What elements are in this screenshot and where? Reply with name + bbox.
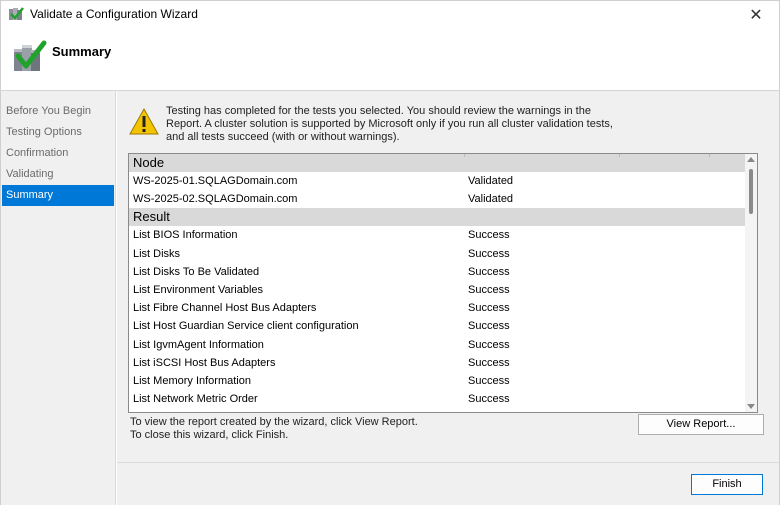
item-status: Validated <box>468 193 514 206</box>
vertical-scrollbar[interactable] <box>745 154 757 412</box>
results-list-body: Node WS-2025-01.SQLAGDomain.com Validate… <box>129 154 746 408</box>
view-report-hint: To view the report created by the wizard… <box>130 416 418 428</box>
item-status: Success <box>468 374 510 387</box>
sidebar-item-confirmation[interactable]: Confirmation <box>2 143 114 164</box>
item-status: Success <box>468 356 510 369</box>
results-list[interactable]: Node WS-2025-01.SQLAGDomain.com Validate… <box>128 153 758 413</box>
list-item[interactable]: List Network Metric Order Success <box>129 390 746 408</box>
warning-icon <box>129 108 159 135</box>
item-name: List Memory Information <box>133 374 251 387</box>
view-report-button[interactable]: View Report... <box>638 414 764 435</box>
scroll-down-icon[interactable] <box>747 404 755 409</box>
item-status: Success <box>468 338 510 351</box>
item-status: Success <box>468 302 510 315</box>
footer-divider <box>117 462 779 463</box>
column-divider <box>619 154 620 157</box>
window-title: Validate a Configuration Wizard <box>30 7 198 21</box>
item-status: Success <box>468 265 510 278</box>
item-status: Success <box>468 393 510 406</box>
group-title: Node <box>133 155 165 170</box>
item-name: List iSCSI Host Bus Adapters <box>133 356 276 369</box>
item-status: Validated <box>468 175 514 187</box>
summary-message: Testing has completed for the tests you … <box>166 105 613 143</box>
list-item[interactable]: List IgvmAgent Information Success <box>129 336 746 354</box>
scroll-up-icon[interactable] <box>747 157 755 162</box>
sidebar-item-testing-options[interactable]: Testing Options <box>2 122 114 143</box>
close-button[interactable]: ✕ <box>733 1 779 28</box>
list-item[interactable]: List Host Guardian Service client config… <box>129 317 746 335</box>
item-name: List Disks To Be Validated <box>133 265 260 278</box>
close-icon: ✕ <box>749 6 763 24</box>
title-bar: Validate a Configuration Wizard ✕ <box>0 0 780 27</box>
list-item[interactable]: List Environment Variables Success <box>129 281 746 299</box>
sidebar-item-before-you-begin[interactable]: Before You Begin <box>2 101 114 122</box>
item-name: List Host Guardian Service client config… <box>133 320 359 333</box>
sidebar-item-summary[interactable]: Summary <box>2 185 114 206</box>
finish-button[interactable]: Finish <box>691 474 763 495</box>
group-header-result: Result <box>129 208 746 227</box>
page-title: Summary <box>52 44 112 59</box>
item-status: Success <box>468 283 510 296</box>
wizard-header: Summary <box>0 27 780 90</box>
wizard-content: Testing has completed for the tests you … <box>117 91 780 505</box>
group-title: Result <box>133 209 170 225</box>
sidebar-item-validating[interactable]: Validating <box>2 164 114 185</box>
item-name: List IgvmAgent Information <box>133 338 264 351</box>
cluster-validate-icon <box>14 40 47 71</box>
item-name: List Environment Variables <box>133 283 264 296</box>
list-item[interactable]: WS-2025-02.SQLAGDomain.com Validated <box>129 190 746 208</box>
list-item[interactable]: List Memory Information Success <box>129 372 746 390</box>
cluster-check-icon <box>9 7 24 20</box>
group-header-node: Node <box>129 154 746 172</box>
item-status: Success <box>468 247 510 260</box>
list-item[interactable]: List Fibre Channel Host Bus Adapters Suc… <box>129 299 746 317</box>
item-name: List BIOS Information <box>133 229 238 242</box>
list-item[interactable]: List BIOS Information Success <box>129 226 746 244</box>
finish-hint: To close this wizard, click Finish. <box>130 429 289 441</box>
instructions: To view the report created by the wizard… <box>130 416 418 442</box>
column-divider <box>464 154 465 157</box>
item-status: Success <box>468 320 510 333</box>
item-name: List Disks <box>133 247 181 260</box>
scrollbar-thumb[interactable] <box>749 169 753 214</box>
list-item[interactable]: List Disks To Be Validated Success <box>129 263 746 281</box>
item-status: Success <box>468 229 510 242</box>
column-divider <box>709 154 710 157</box>
item-name: WS-2025-01.SQLAGDomain.com <box>133 175 298 187</box>
item-name: List Fibre Channel Host Bus Adapters <box>133 302 317 315</box>
list-item[interactable]: List iSCSI Host Bus Adapters Success <box>129 354 746 372</box>
list-item[interactable]: WS-2025-01.SQLAGDomain.com Validated <box>129 172 746 190</box>
item-name: WS-2025-02.SQLAGDomain.com <box>133 193 298 206</box>
item-name: List Network Metric Order <box>133 393 258 406</box>
list-item[interactable]: List Disks Success <box>129 245 746 263</box>
wizard-steps-sidebar: Before You Begin Testing Options Confirm… <box>0 91 116 505</box>
steps-list: Before You Begin Testing Options Confirm… <box>1 91 115 206</box>
